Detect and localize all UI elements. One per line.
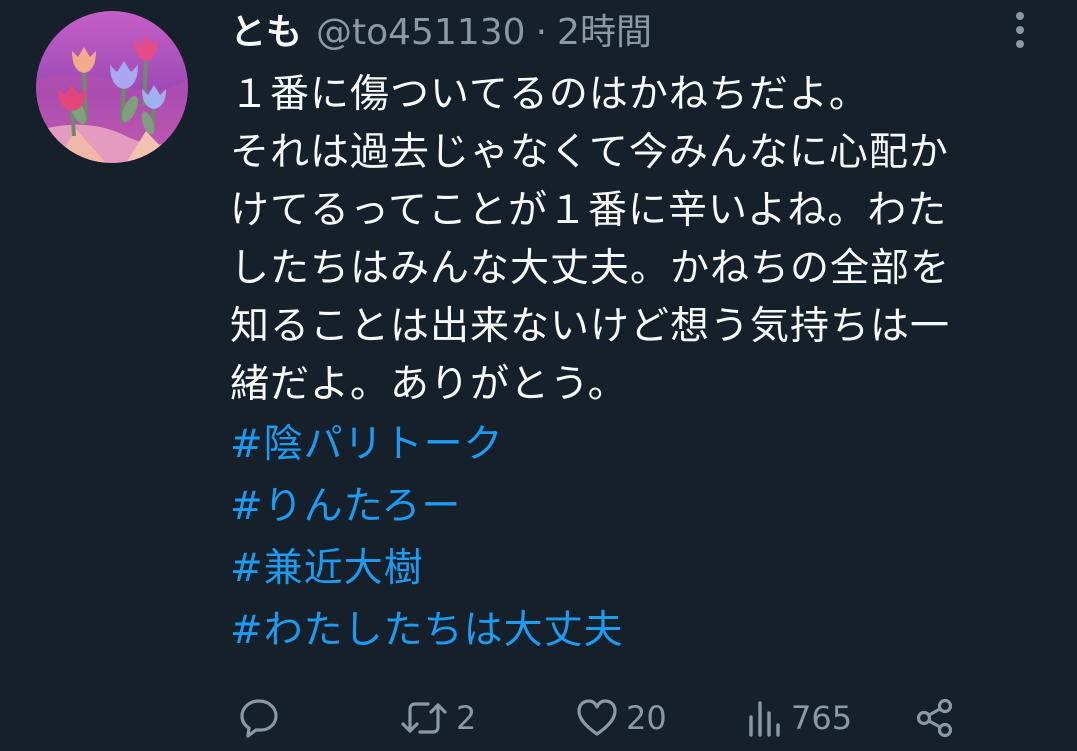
share-button[interactable]	[912, 695, 958, 741]
hashtag-link[interactable]: #りんたろー	[230, 476, 1030, 538]
retweet-arrows-icon	[401, 702, 447, 734]
tweet-text-line: それは過去じゃなくて今みんなに心配か	[230, 130, 949, 175]
hashtag-link[interactable]: #わたしたちは大丈夫	[230, 600, 1030, 662]
reply-button[interactable]	[236, 695, 282, 741]
display-name[interactable]: とも	[230, 6, 302, 60]
hashtag-link[interactable]: #兼近大樹	[230, 538, 1030, 600]
hashtag-list: #陰パリトーク #りんたろー #兼近大樹 #わたしたちは大丈夫	[230, 414, 1030, 662]
tweet-text: １番に傷ついてるのはかねちだよ。 それは過去じゃなくて今みんなに心配か けてるっ…	[230, 66, 1030, 414]
hashtag-link[interactable]: #陰パリトーク	[230, 414, 1030, 476]
tweet-text-line: したちはみんな大丈夫。かねちの全部を	[230, 246, 951, 291]
action-bar: 2 20 765	[232, 695, 972, 741]
retweet-button[interactable]: 2	[398, 695, 476, 741]
tweet-content: とも @to451130 · 2時間 １番に傷ついてるのはかねちだよ。 それは過…	[230, 6, 1030, 662]
tweet-text-line: けてるってことが１番に辛いよね。わた	[230, 188, 948, 233]
tulip-avatar-icon	[36, 11, 188, 163]
separator-dot: ·	[535, 12, 548, 53]
share-nodes-icon	[916, 698, 953, 738]
bar-chart-icon	[749, 701, 780, 737]
tweet-text-line: １番に傷ついてるのはかねちだよ。	[230, 72, 869, 117]
timestamp[interactable]: 2時間	[557, 6, 652, 60]
tweet[interactable]: とも @to451130 · 2時間 １番に傷ついてるのはかねちだよ。 それは過…	[0, 0, 1077, 751]
heart-icon	[577, 699, 617, 736]
like-count: 20	[626, 699, 667, 737]
views-count: 765	[791, 699, 853, 737]
more-options-button[interactable]	[1002, 10, 1038, 50]
retweet-count: 2	[456, 699, 477, 737]
tweet-header: とも @to451130 · 2時間	[230, 6, 1030, 60]
like-button[interactable]: 20	[574, 695, 667, 741]
more-vertical-icon	[1016, 12, 1024, 48]
user-handle[interactable]: @to451130	[316, 6, 526, 60]
tweet-text-line: 知ることは出来ないけど想う気持ちは一	[230, 304, 951, 349]
speech-bubble-icon	[240, 699, 278, 738]
tweet-text-line: 緒だよ。ありがとう。	[230, 362, 628, 407]
views-button[interactable]: 765	[745, 695, 852, 741]
avatar[interactable]	[36, 11, 188, 163]
